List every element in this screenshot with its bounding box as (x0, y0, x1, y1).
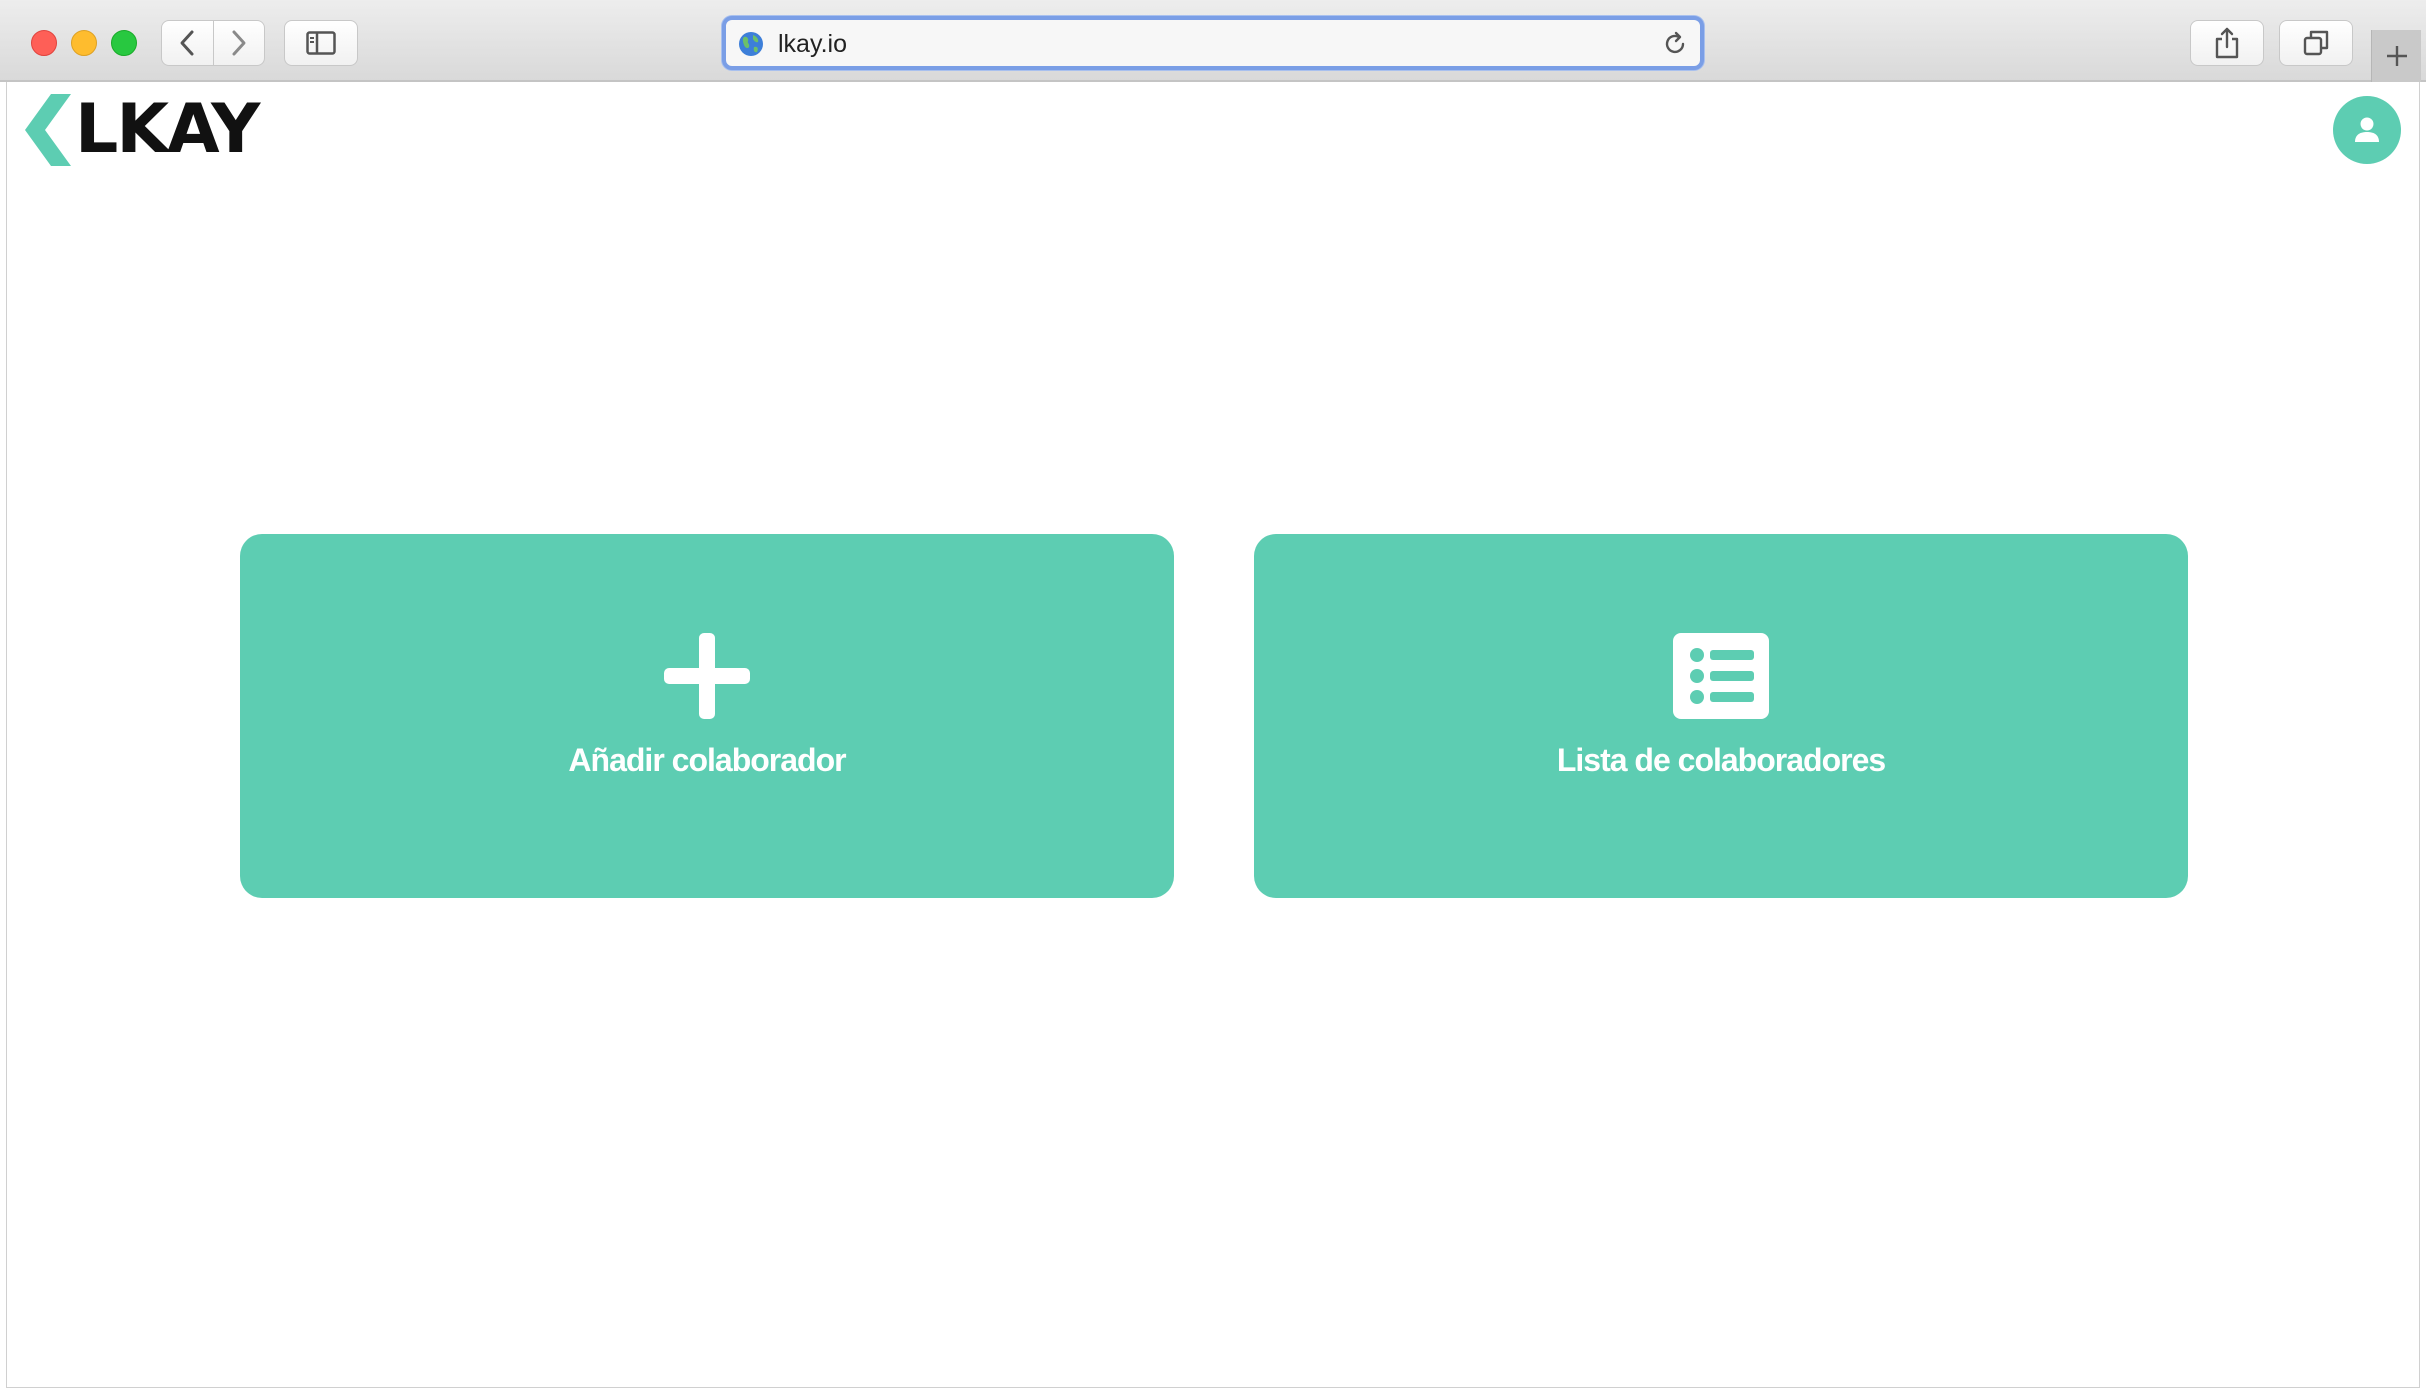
logo-text: LKAY (75, 90, 260, 169)
add-collaborator-label: Añadir colaborador (568, 742, 846, 778)
card-icon-wrapper (659, 632, 755, 720)
url-text: lkay.io (778, 30, 848, 58)
back-button[interactable] (162, 21, 213, 65)
add-collaborator-card[interactable]: Añadir colaborador (240, 534, 1174, 898)
plus-icon (2386, 46, 2407, 66)
browser-toolbar: lkay.io (0, 0, 2426, 82)
window-minimize-button[interactable] (71, 30, 97, 56)
chevron-right-icon (232, 30, 246, 56)
tabs-overview-icon (2303, 30, 2329, 56)
plus-icon (664, 633, 750, 719)
window-close-button[interactable] (31, 30, 57, 56)
lkay-logo[interactable]: LKAY (25, 90, 260, 169)
user-avatar-button[interactable] (2333, 96, 2401, 164)
list-icon (1673, 633, 1769, 719)
sidebar-button[interactable] (284, 20, 358, 66)
window-zoom-button[interactable] (111, 30, 137, 56)
share-button[interactable] (2190, 20, 2264, 66)
collaborators-list-label: Lista de colaboradores (1556, 742, 1886, 778)
sidebar-icon (306, 31, 336, 55)
chevron-left-icon (180, 30, 194, 56)
nav-button-group (161, 20, 265, 66)
reload-icon[interactable] (1662, 31, 1688, 57)
forward-button[interactable] (212, 21, 265, 65)
globe-icon (739, 32, 763, 56)
card-icon-wrapper (1673, 632, 1769, 720)
web-page: LKAY Añadir colaborador Lista de colabor… (6, 82, 2420, 1388)
collaborators-list-card[interactable]: Lista de colaboradores (1254, 534, 2188, 898)
tabs-overview-button[interactable] (2279, 20, 2353, 66)
address-bar[interactable]: lkay.io (722, 16, 1704, 70)
new-tab-button[interactable] (2371, 30, 2421, 82)
user-icon (2355, 117, 2379, 142)
share-icon (2215, 27, 2239, 59)
logo-mark-icon (25, 94, 71, 166)
